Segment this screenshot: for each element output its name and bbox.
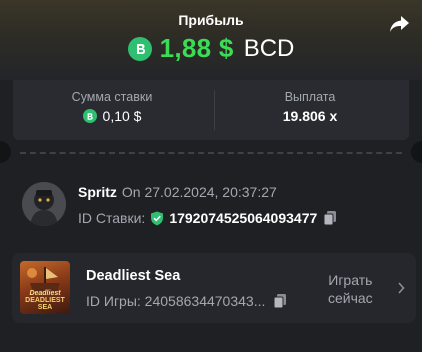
payout-label: Выплата [284,90,336,104]
game-thumbnail[interactable]: Deadliest DEADLIEST SEA [20,261,70,314]
copy-icon[interactable] [273,293,287,309]
ticket-notch-left [0,141,11,163]
profit-currency: BCD [243,34,295,62]
game-name: Deadliest Sea [86,268,181,284]
bet-amount-label: Сумма ставки [71,90,153,104]
chevron-right-icon[interactable] [397,282,405,294]
play-now-line2: сейчас [328,290,373,306]
verified-shield-icon [151,211,164,225]
profit-header: Прибыль 1,88 $ BCD [0,0,422,80]
thumb-title-script: Deadliest [29,290,61,297]
payout-value: 19.806 x [282,108,338,124]
copy-icon[interactable] [323,210,337,226]
thumb-title: DEADLIEST SEA [25,297,65,311]
bcd-coin-icon [82,109,97,123]
bet-id-label: ID Ставки: [78,210,146,226]
bcd-coin-icon [127,36,152,61]
game-card[interactable]: Deadliest DEADLIEST SEA Deadliest Sea ID… [12,253,416,323]
dashed-divider [20,152,402,154]
profit-title: Прибыль [178,12,244,28]
profit-amount: 1,88 $ [159,33,234,63]
ticket-notch-right [411,141,422,163]
bet-date: On 27.02.2024, 20:37:27 [121,184,277,200]
profit-amount-row: 1,88 $ BCD [0,33,422,64]
bet-amount-value: 0,10 $ [102,108,142,124]
game-id: ID Игры: 24058634470343... [86,293,266,309]
avatar[interactable] [22,182,66,226]
share-icon[interactable] [388,14,410,34]
bet-stats-panel: Сумма ставки 0,10 $ Выплата 19.806 x [13,80,409,140]
bet-id: 1792074525064093477 [169,210,318,226]
play-now-button[interactable]: Играть сейчас [328,271,373,307]
payout-stat: Выплата 19.806 x [211,80,409,140]
user-info: Spritz On 27.02.2024, 20:37:27 ID Ставки:… [22,182,402,232]
play-now-line1: Играть [328,272,373,288]
username[interactable]: Spritz [78,184,117,200]
bet-amount-stat: Сумма ставки 0,10 $ [13,80,211,140]
